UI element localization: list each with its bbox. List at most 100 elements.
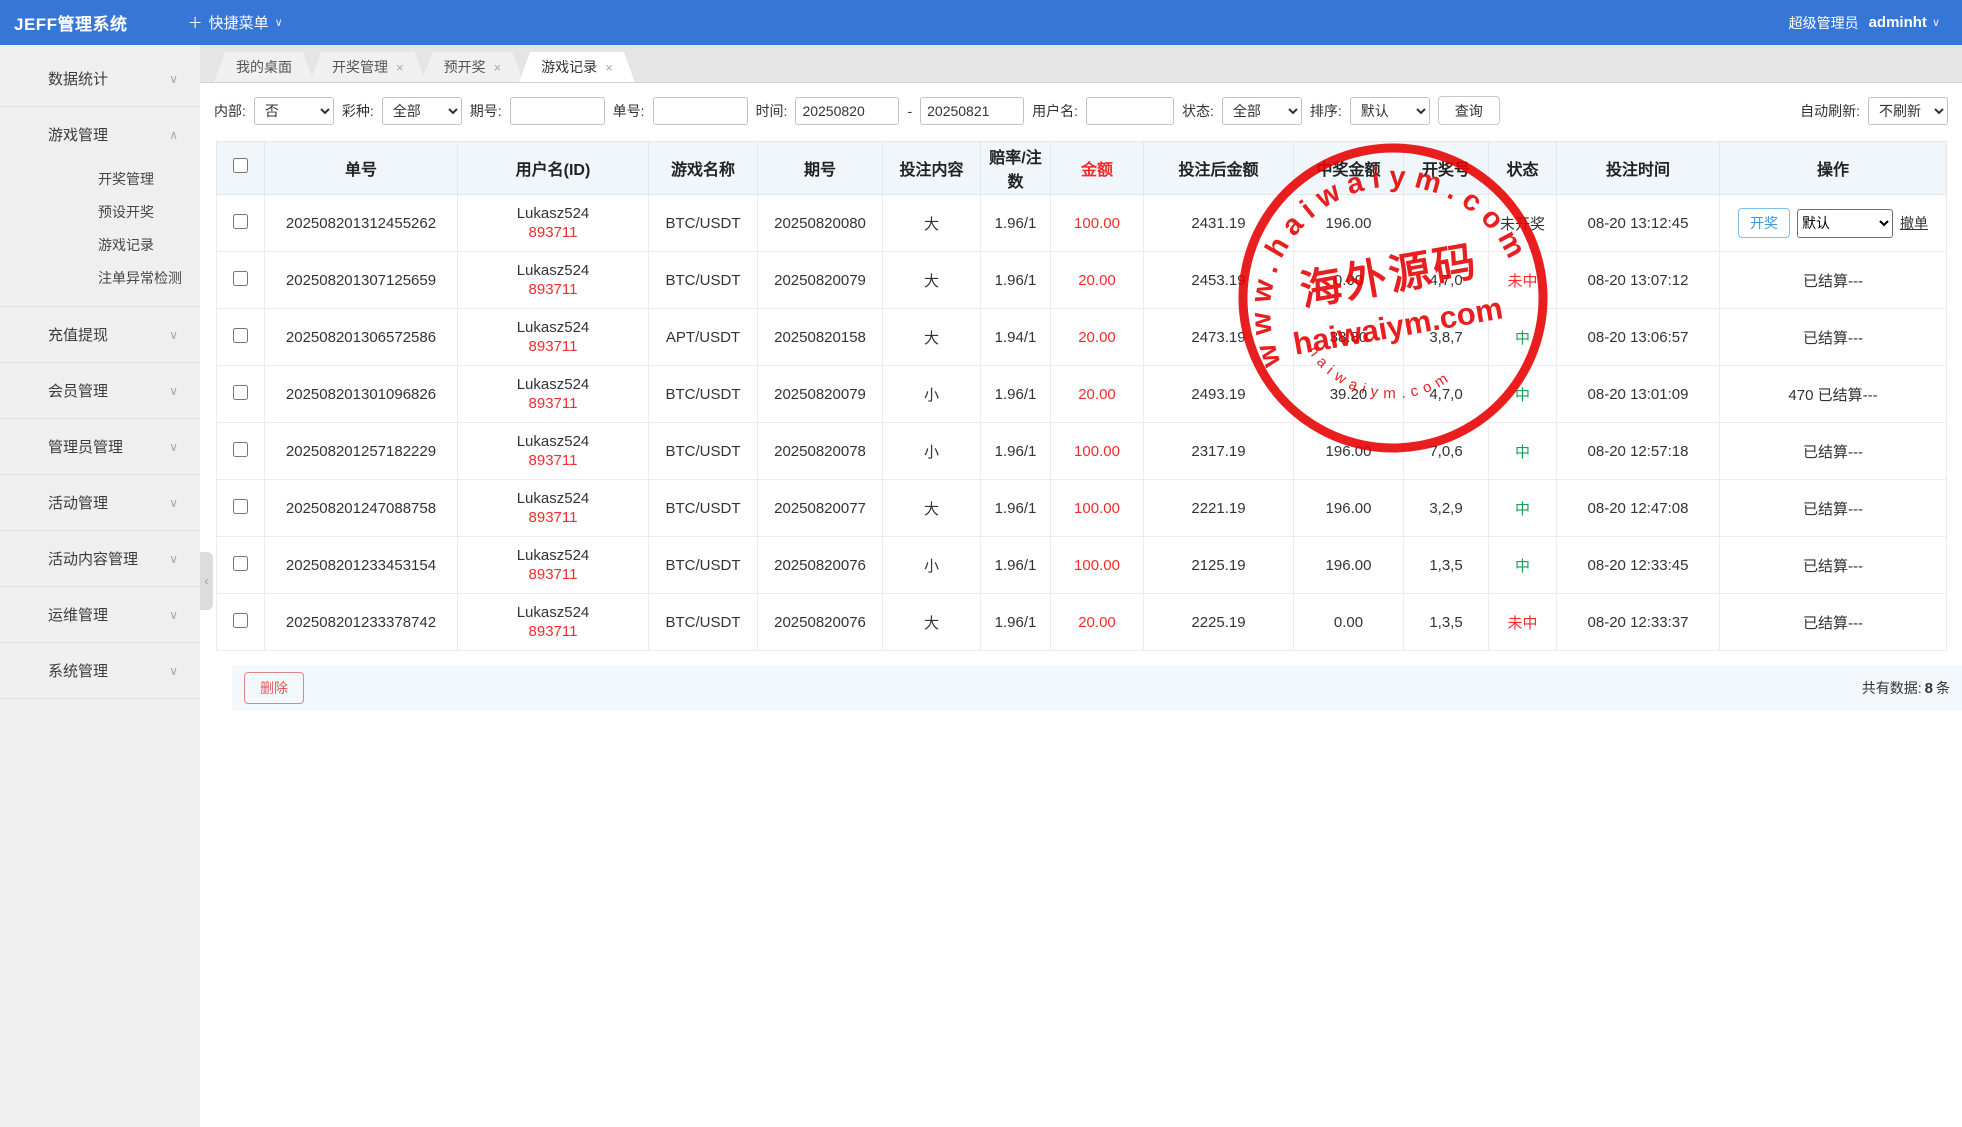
draw-number-cell: 7,0,6 [1404, 423, 1489, 480]
period-cell: 20250820079 [758, 366, 883, 423]
topbar: JEFF管理系统 ＋快捷菜单∨ 超级管理员 adminht∨ [0, 0, 1962, 45]
cancel-order-link[interactable]: 撤单 [1900, 213, 1928, 233]
bet-time-cell: 08-20 13:01:09 [1557, 366, 1720, 423]
tab-preset-draw[interactable]: 预开奖× [422, 52, 524, 82]
select-all-checkbox[interactable] [233, 158, 248, 173]
bet-content-cell: 大 [883, 309, 981, 366]
status-cell: 中 [1489, 309, 1557, 366]
row-checkbox[interactable] [233, 499, 248, 514]
col-game-name: 游戏名称 [649, 142, 758, 195]
username-text: Lukasz524 [460, 262, 646, 279]
app-title: JEFF管理系统 [14, 10, 128, 35]
sidebar-item-abnormal-order-check[interactable]: 注单异常检测 [0, 261, 200, 294]
sidebar-item-game-mgmt[interactable]: 游戏管理∧ [0, 107, 200, 162]
user-menu[interactable]: adminht∨ [1869, 14, 1940, 31]
auto-refresh-select[interactable]: 不刷新 [1868, 97, 1948, 125]
tab-draw-mgmt[interactable]: 开奖管理× [310, 52, 426, 82]
sidebar-item-draw-mgmt[interactable]: 开奖管理 [0, 162, 200, 195]
user-id-text: 893711 [460, 224, 646, 241]
username-cell: Lukasz524 893711 [458, 195, 649, 252]
username-text: Lukasz524 [460, 376, 646, 393]
draw-button[interactable]: 开奖 [1738, 208, 1790, 238]
time-label: 时间: [756, 101, 788, 121]
odds-cell: 1.96/1 [981, 366, 1051, 423]
sort-select[interactable]: 默认 [1350, 97, 1430, 125]
user-id-text: 893711 [460, 452, 646, 469]
chevron-down-icon: ∨ [275, 16, 283, 29]
odds-cell: 1.96/1 [981, 537, 1051, 594]
chevron-down-icon: ∨ [169, 664, 178, 678]
close-icon[interactable]: × [605, 61, 613, 74]
row-checkbox[interactable] [233, 328, 248, 343]
delete-button[interactable]: 删除 [244, 672, 304, 704]
username-text: Lukasz524 [460, 604, 646, 621]
order-input[interactable] [653, 97, 748, 125]
bet-content-cell: 大 [883, 594, 981, 651]
row-checkbox[interactable] [233, 385, 248, 400]
period-input[interactable] [510, 97, 605, 125]
time-from-input[interactable] [795, 97, 899, 125]
amount-cell: 100.00 [1051, 423, 1144, 480]
order-label: 单号: [613, 101, 645, 121]
tab-game-records[interactable]: 游戏记录× [519, 52, 635, 82]
period-cell: 20250820158 [758, 309, 883, 366]
lottery-select[interactable]: 全部 [382, 97, 462, 125]
quick-menu-button[interactable]: ＋快捷菜单∨ [188, 12, 283, 33]
sidebar-item-data-stats[interactable]: 数据统计∨ [0, 51, 200, 106]
period-cell: 20250820076 [758, 594, 883, 651]
chevron-down-icon: ∨ [1932, 16, 1940, 29]
game-name-cell: APT/USDT [649, 309, 758, 366]
balance-after-cell: 2225.19 [1144, 594, 1294, 651]
status-select[interactable]: 全部 [1222, 97, 1302, 125]
internal-select[interactable]: 否 [254, 97, 334, 125]
time-to-input[interactable] [920, 97, 1024, 125]
sidebar-item-activity-mgmt[interactable]: 活动管理∨ [0, 475, 200, 530]
draw-number-cell: 3,2,9 [1404, 480, 1489, 537]
chevron-down-icon: ∨ [169, 440, 178, 454]
user-id-text: 893711 [460, 281, 646, 298]
balance-after-cell: 2125.19 [1144, 537, 1294, 594]
balance-after-cell: 2317.19 [1144, 423, 1294, 480]
plus-icon: ＋ [188, 12, 203, 33]
username-cell: Lukasz524 893711 [458, 480, 649, 537]
draw-mode-select[interactable]: 默认 [1797, 209, 1893, 238]
sidebar-collapse-handle[interactable]: ‹ [200, 552, 213, 610]
amount-cell: 100.00 [1051, 480, 1144, 537]
sort-label: 排序: [1310, 101, 1342, 121]
row-checkbox[interactable] [233, 613, 248, 628]
sidebar-item-deposit-withdraw[interactable]: 充值提现∨ [0, 307, 200, 362]
sidebar-item-activity-content-mgmt[interactable]: 活动内容管理∨ [0, 531, 200, 586]
draw-number-cell: 4,7,0 [1404, 252, 1489, 309]
row-checkbox[interactable] [233, 442, 248, 457]
close-icon[interactable]: × [494, 61, 502, 74]
action-cell: 已结算--- [1720, 480, 1947, 537]
username-text: Lukasz524 [460, 490, 646, 507]
sidebar-item-ops-mgmt[interactable]: 运维管理∨ [0, 587, 200, 642]
bet-content-cell: 小 [883, 366, 981, 423]
table-row: 202508201306572586 Lukasz524 893711 APT/… [217, 309, 1947, 366]
username-text: Lukasz524 [460, 319, 646, 336]
table-row: 202508201233378742 Lukasz524 893711 BTC/… [217, 594, 1947, 651]
odds-cell: 1.94/1 [981, 309, 1051, 366]
sidebar-item-preset-draw[interactable]: 预设开奖 [0, 195, 200, 228]
sidebar-item-member-mgmt[interactable]: 会员管理∨ [0, 363, 200, 418]
sidebar-item-system-mgmt[interactable]: 系统管理∨ [0, 643, 200, 698]
tab-my-desktop[interactable]: 我的桌面 [214, 52, 314, 82]
row-checkbox[interactable] [233, 556, 248, 571]
win-amount-cell: 196.00 [1294, 537, 1404, 594]
sidebar-item-game-records[interactable]: 游戏记录 [0, 228, 200, 261]
row-checkbox[interactable] [233, 271, 248, 286]
close-icon[interactable]: × [396, 61, 404, 74]
odds-cell: 1.96/1 [981, 195, 1051, 252]
row-checkbox[interactable] [233, 214, 248, 229]
query-button[interactable]: 查询 [1438, 96, 1500, 125]
username-input[interactable] [1086, 97, 1174, 125]
status-cell: 中 [1489, 423, 1557, 480]
odds-cell: 1.96/1 [981, 252, 1051, 309]
order-id-cell: 202508201233453154 [265, 537, 458, 594]
user-id-text: 893711 [460, 509, 646, 526]
user-role: 超级管理员 [1789, 13, 1859, 33]
sidebar-item-admin-mgmt[interactable]: 管理员管理∨ [0, 419, 200, 474]
bet-time-cell: 08-20 13:07:12 [1557, 252, 1720, 309]
table-row: 202508201257182229 Lukasz524 893711 BTC/… [217, 423, 1947, 480]
